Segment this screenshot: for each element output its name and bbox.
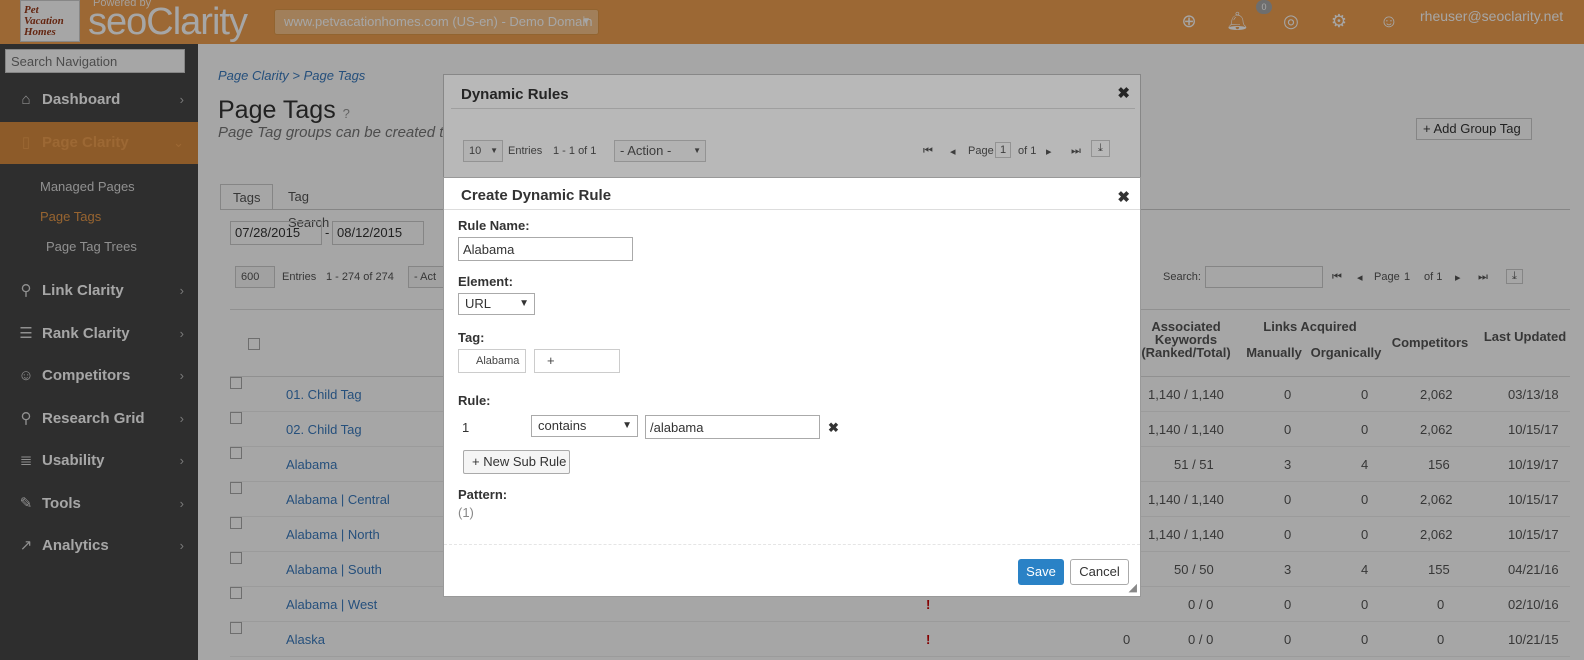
- download-icon[interactable]: ⤓: [1091, 140, 1110, 157]
- last-page-icon[interactable]: ⏭: [1071, 145, 1081, 158]
- cancel-button[interactable]: Cancel: [1070, 559, 1129, 585]
- action-select-value: - Action -: [620, 143, 672, 158]
- rule-name-label: Rule Name:: [458, 218, 530, 233]
- chevron-down-icon: ▼: [519, 298, 529, 309]
- tag-add-input[interactable]: +: [534, 349, 620, 373]
- new-sub-rule-button[interactable]: + New Sub Rule: [463, 450, 570, 474]
- page-of-label: of 1: [1018, 145, 1037, 157]
- rule-name-input[interactable]: [458, 237, 633, 261]
- next-page-icon[interactable]: ▸: [1046, 145, 1052, 158]
- chevron-down-icon: ▼: [490, 146, 498, 155]
- rule-operator-select[interactable]: contains ▼: [531, 415, 638, 437]
- rule-label: Rule:: [458, 393, 491, 408]
- pattern-value: (1): [458, 505, 474, 520]
- chevron-down-icon: ▼: [622, 420, 632, 431]
- prev-page-icon[interactable]: ◂: [950, 145, 956, 158]
- element-select[interactable]: URL ▼: [458, 293, 535, 315]
- remove-rule-icon[interactable]: ✖: [828, 420, 839, 436]
- tag-add-label: +: [547, 353, 555, 368]
- create-dynamic-rule-modal: Create Dynamic Rule ✖ Rule Name: Element…: [443, 177, 1141, 597]
- modal-title: Create Dynamic Rule: [461, 187, 612, 204]
- page-input[interactable]: 1: [995, 142, 1012, 158]
- save-button[interactable]: Save: [1018, 559, 1064, 585]
- divider: [451, 108, 1135, 109]
- dynamic-rules-title: Dynamic Rules: [461, 86, 569, 103]
- dynamic-rules-toolbar: 10 ▼ Entries 1 - 1 of 1 - Action - ▼ ⏮ ◂ P…: [463, 140, 1123, 164]
- pattern-label: Pattern:: [458, 487, 508, 502]
- element-select-value: URL: [465, 296, 492, 311]
- entries-label: Entries: [508, 145, 543, 157]
- tag-chip[interactable]: Alabama: [458, 349, 527, 373]
- element-label: Element:: [458, 274, 513, 289]
- footer-divider: [444, 544, 1140, 545]
- rule-number: 1: [462, 420, 470, 435]
- rule-operator-value: contains: [538, 418, 587, 433]
- first-page-icon[interactable]: ⏮: [923, 145, 933, 158]
- close-icon[interactable]: ✖: [1117, 188, 1130, 206]
- close-icon[interactable]: ✖: [1117, 84, 1130, 102]
- page-label: Page: [968, 145, 994, 157]
- chevron-down-icon: ▼: [693, 146, 701, 155]
- rule-value-input[interactable]: [645, 415, 820, 439]
- resize-handle-icon[interactable]: ◢: [1129, 581, 1137, 594]
- action-select[interactable]: - Action - ▼: [614, 140, 706, 162]
- entries-select-value: 10: [469, 145, 482, 157]
- tag-label: Tag:: [458, 330, 485, 345]
- entries-range: 1 - 1 of 1: [553, 145, 597, 157]
- divider: [444, 209, 1140, 210]
- entries-select[interactable]: 10 ▼: [463, 140, 503, 162]
- tag-chip-label: Alabama: [476, 355, 520, 367]
